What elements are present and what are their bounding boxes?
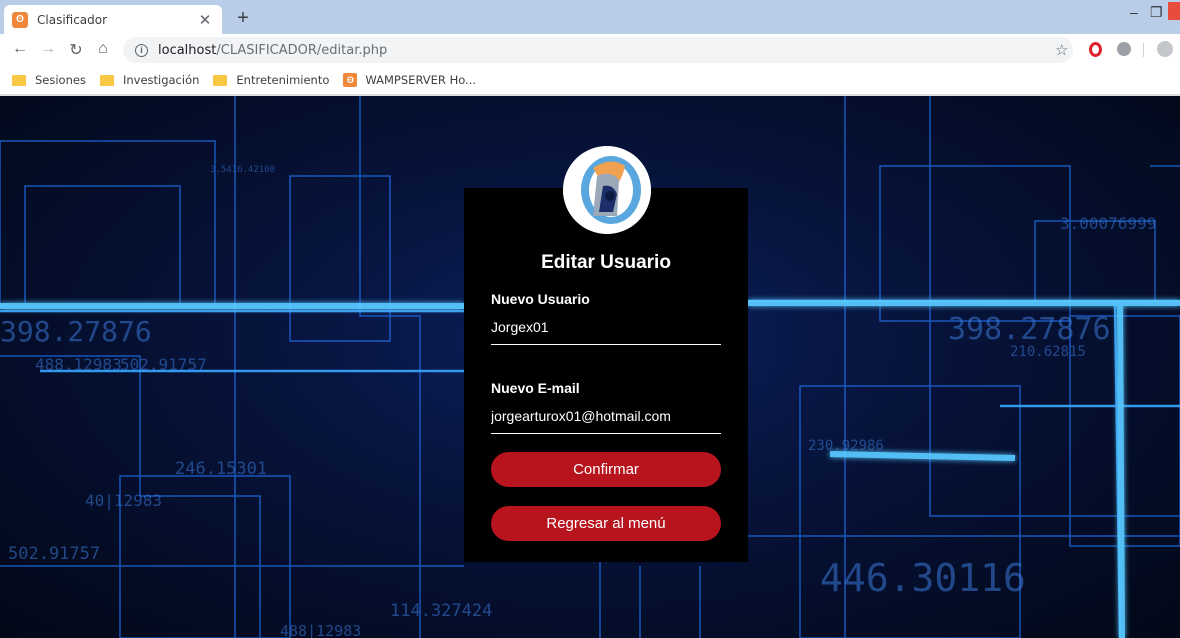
bg-number: 502.91757: [8, 544, 100, 564]
confirm-button[interactable]: Confirmar: [491, 452, 721, 487]
address-bar[interactable]: i localhost /CLASIFICADOR/editar.php: [123, 37, 1073, 63]
username-label: Nuevo Usuario: [491, 291, 590, 307]
home-button[interactable]: ⌂: [93, 40, 113, 58]
bg-number: 246.15301: [175, 459, 267, 479]
minimize-window-button[interactable]: –: [1130, 4, 1138, 20]
info-icon[interactable]: i: [135, 43, 148, 57]
email-field[interactable]: [491, 405, 721, 427]
bookmark-label: WAMPSERVER Ho...: [365, 73, 477, 87]
toolbar-divider: [1143, 43, 1144, 57]
bookmark-label: Investigación: [122, 73, 200, 87]
url-path: /CLASIFICADOR/editar.php: [216, 42, 388, 58]
bookmark-sesiones[interactable]: Sesiones: [12, 73, 86, 87]
bg-number: 3.00076999: [1060, 214, 1156, 233]
bookmark-entretenimiento[interactable]: Entretenimiento: [213, 73, 329, 87]
bg-number: 230.92986: [808, 438, 884, 454]
reload-button[interactable]: ↻: [66, 40, 86, 60]
close-tab-icon[interactable]: ✕: [196, 11, 214, 29]
avatar: [563, 146, 651, 234]
bookmark-wampserver[interactable]: ʘ WAMPSERVER Ho...: [343, 73, 476, 87]
bookmarks-bar: Sesiones Investigación Entretenimiento ʘ…: [0, 66, 1180, 95]
url-host: localhost: [158, 42, 217, 58]
bg-number: 446.30116: [820, 556, 1026, 600]
folder-icon: [12, 74, 26, 86]
username-underline: [491, 344, 721, 345]
bg-number: 398.27876: [0, 315, 152, 348]
bookmark-label: Entretenimiento: [236, 73, 330, 87]
email-label: Nuevo E-mail: [491, 380, 580, 396]
bg-number: 488.12983: [35, 355, 122, 374]
tab-strip: ʘ Clasificador ✕ + – ❐: [0, 0, 1180, 34]
browser-tab[interactable]: ʘ Clasificador ✕: [4, 5, 222, 34]
restore-window-button[interactable]: ❐: [1150, 4, 1163, 21]
bg-number: 3.5416.42160: [210, 165, 275, 175]
email-underline: [491, 433, 721, 434]
username-field[interactable]: [491, 316, 721, 338]
bookmark-star-icon[interactable]: ☆: [1055, 41, 1068, 59]
bg-number: 210.62815: [1010, 344, 1086, 360]
extension-icon[interactable]: [1117, 42, 1131, 56]
browser-toolbar: ← → ↻ ⌂ i localhost /CLASIFICADOR/editar…: [0, 34, 1180, 66]
user-profile-icon: [563, 146, 651, 234]
back-button[interactable]: ←: [10, 40, 30, 58]
folder-icon: [213, 74, 228, 86]
page-title: Editar Usuario: [541, 252, 671, 273]
page-viewport: 398.27876 488.12983 502.91757 446.30116 …: [0, 96, 1180, 638]
wampserver-icon: ʘ: [343, 73, 358, 87]
bg-number: 398.27876: [948, 312, 1111, 347]
opera-extension-icon[interactable]: [1089, 42, 1102, 57]
bg-number: 40|12983: [85, 491, 162, 510]
xampp-icon: ʘ: [12, 11, 28, 28]
forward-button[interactable]: →: [38, 40, 58, 58]
tab-title: Clasificador: [37, 12, 108, 27]
close-window-button[interactable]: [1168, 2, 1180, 20]
bookmark-investigacion[interactable]: Investigación: [99, 73, 200, 87]
bg-number: 502.91757: [120, 355, 207, 374]
bg-number: 114.327424: [390, 601, 492, 621]
new-tab-button[interactable]: +: [232, 7, 254, 30]
back-to-menu-button[interactable]: Regresar al menú: [491, 506, 721, 541]
folder-icon: [99, 74, 114, 86]
bg-number: 488|12983: [280, 622, 361, 638]
bookmark-label: Sesiones: [35, 73, 86, 87]
profile-icon[interactable]: [1157, 41, 1173, 57]
